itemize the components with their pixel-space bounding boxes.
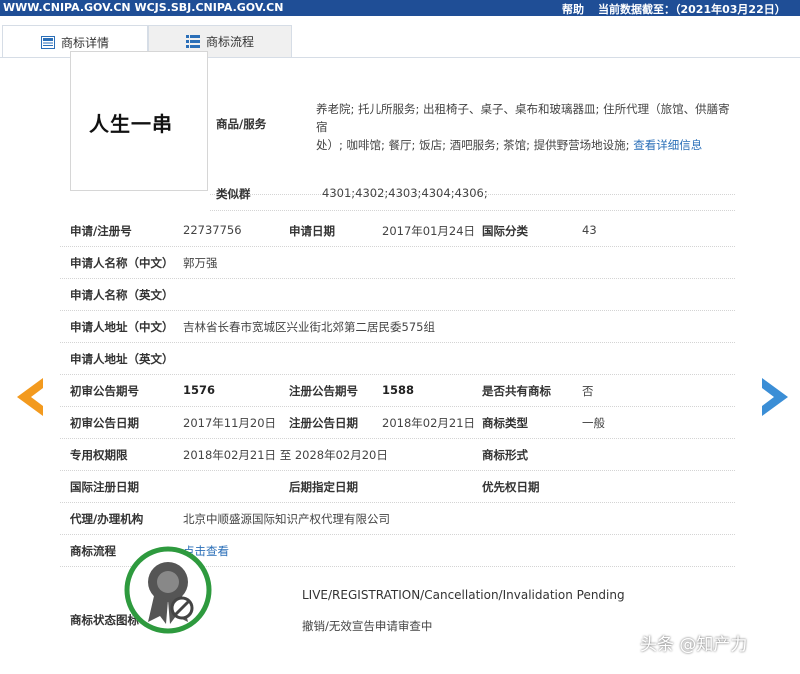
site-domains: WWW.CNIPA.GOV.CN WCJS.SBJ.CNIPA.GOV.CN xyxy=(3,1,284,14)
similar-label: 类似群 xyxy=(216,187,251,201)
applicant-cn-row: 申请人名称（中文） 郭万强 xyxy=(60,246,735,279)
intl-reg-row: 国际注册日期 后期指定日期 优先权日期 xyxy=(60,470,735,503)
data-date: 当前数据截至：（2021年03月22日） xyxy=(598,3,786,16)
reg-no-value: 22737756 xyxy=(183,223,242,237)
process-label: 商标流程 xyxy=(70,544,116,558)
prelim-date-row: 初审公告日期 2017年11月20日 注册公告日期 2018年02月21日 商标… xyxy=(60,406,735,439)
prelim-date-value: 2017年11月20日 xyxy=(183,416,277,430)
tab-label: 商标详情 xyxy=(60,35,109,50)
tab-label: 商标流程 xyxy=(205,35,254,49)
prelim-date-label: 初审公告日期 xyxy=(70,416,139,430)
reg-no-label: 申请/注册号 xyxy=(70,224,132,238)
tm-form-label: 商标形式 xyxy=(482,448,528,462)
prelim-no-label: 初审公告期号 xyxy=(70,384,139,398)
reg-pub-date-label: 注册公告日期 xyxy=(289,416,358,430)
apply-date-label: 申请日期 xyxy=(289,224,335,238)
status-en: LIVE/REGISTRATION/Cancellation/Invalidat… xyxy=(302,588,625,602)
reg-no-row: 申请/注册号 22737756 申请日期 2017年01月24日 国际分类 43 xyxy=(60,214,735,247)
priority-date-label: 优先权日期 xyxy=(482,480,540,494)
reg-pub-date-value: 2018年02月21日 xyxy=(382,416,476,430)
shared-label: 是否共有商标 xyxy=(482,384,551,398)
view-details-link[interactable]: 查看详细信息 xyxy=(633,138,702,152)
intl-reg-date-label: 国际注册日期 xyxy=(70,480,139,494)
watermark: 头条 @知产力 xyxy=(640,635,748,655)
document-icon xyxy=(40,35,55,49)
exclusive-value: 2018年02月21日 至 2028年02月20日 xyxy=(183,448,388,462)
intl-class-value: 43 xyxy=(582,223,597,237)
applicant-cn-label: 申请人名称（中文） xyxy=(70,256,174,270)
shared-value: 否 xyxy=(582,384,594,398)
trademark-image: 人生一串 xyxy=(70,51,208,191)
address-en-row: 申请人地址（英文） xyxy=(60,342,735,375)
address-cn-label: 申请人地址（中文） xyxy=(70,320,174,334)
agent-label: 代理/办理机构 xyxy=(70,512,144,526)
goods-label: 商品/服务 xyxy=(216,117,267,131)
list-icon xyxy=(185,35,200,48)
tm-type-value: 一般 xyxy=(582,416,605,430)
help-link[interactable]: 帮助 xyxy=(562,1,584,17)
intl-class-label: 国际分类 xyxy=(482,224,528,238)
agent-row: 代理/办理机构 北京中顺盛源国际知识产权代理有限公司 xyxy=(60,502,735,535)
later-date-label: 后期指定日期 xyxy=(289,480,358,494)
agent-value: 北京中顺盛源国际知识产权代理有限公司 xyxy=(183,512,390,526)
reg-pub-no-label: 注册公告期号 xyxy=(289,384,358,398)
applicant-en-label: 申请人名称（英文） xyxy=(70,288,174,302)
apply-date-value: 2017年01月24日 xyxy=(382,224,476,238)
goods-text-1: 养老院; 托儿所服务; 出租椅子、桌子、桌布和玻璃器皿; 住所代理（旅馆、供膳寄… xyxy=(316,102,730,134)
tm-type-label: 商标类型 xyxy=(482,416,528,430)
similar-group-row: 类似群 4301;4302;4303;4304;4306; xyxy=(210,178,735,211)
prev-arrow-icon[interactable] xyxy=(17,378,45,419)
status-badge-icon xyxy=(124,546,212,634)
address-cn-row: 申请人地址（中文） 吉林省长春市宽城区兴业街北郊第二居民委575组 xyxy=(60,310,735,343)
address-en-label: 申请人地址（英文） xyxy=(70,352,174,366)
prelim-no-row: 初审公告期号 1576 注册公告期号 1588 是否共有商标 否 xyxy=(60,374,735,407)
top-bar: WWW.CNIPA.GOV.CN WCJS.SBJ.CNIPA.GOV.CN 帮… xyxy=(0,0,800,16)
reg-pub-no-value: 1588 xyxy=(382,383,415,397)
goods-text-2: 处）; 咖啡馆; 餐厅; 饭店; 酒吧服务; 茶馆; 提供野营场地设施; xyxy=(316,138,630,152)
similar-value: 4301;4302;4303;4304;4306; xyxy=(322,186,488,200)
address-cn-value: 吉林省长春市宽城区兴业街北郊第二居民委575组 xyxy=(183,320,435,334)
trademark-image-text: 人生一串 xyxy=(89,112,173,136)
applicant-en-row: 申请人名称（英文） xyxy=(60,278,735,311)
status-cn: 撤销/无效宣告申请审查中 xyxy=(302,619,433,633)
prelim-no-value: 1576 xyxy=(183,383,216,397)
next-arrow-icon[interactable] xyxy=(760,378,788,419)
goods-value: 养老院; 托儿所服务; 出租椅子、桌子、桌布和玻璃器皿; 住所代理（旅馆、供膳寄… xyxy=(316,100,731,154)
exclusive-row: 专用权期限 2018年02月21日 至 2028年02月20日 商标形式 xyxy=(60,438,735,471)
applicant-cn-value: 郭万强 xyxy=(183,256,218,270)
exclusive-label: 专用权期限 xyxy=(70,448,128,462)
